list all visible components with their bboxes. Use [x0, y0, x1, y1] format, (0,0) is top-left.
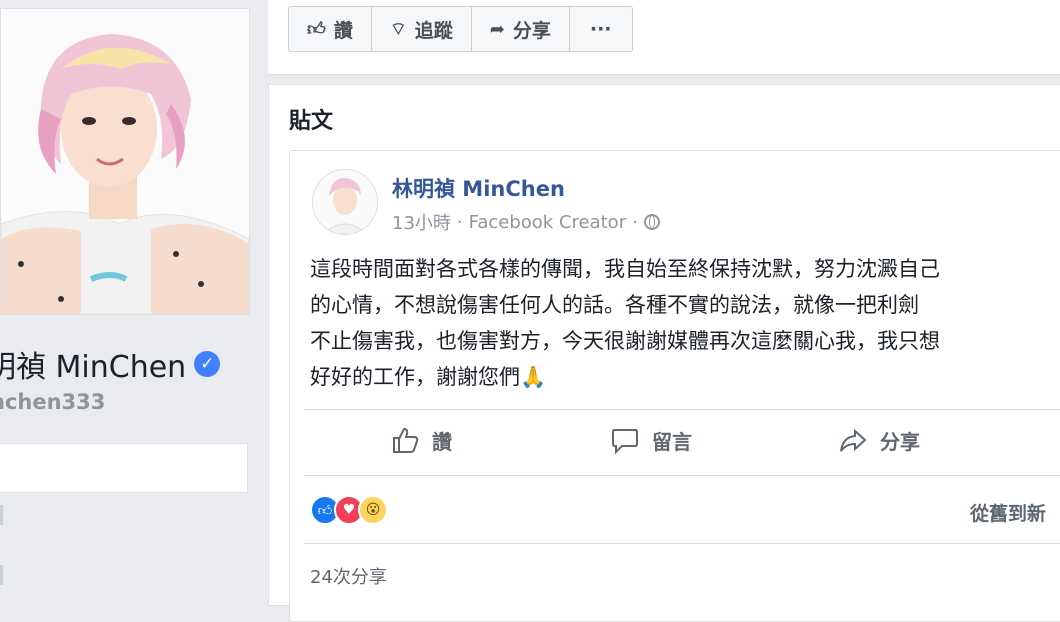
share-arrow-outline-icon [840, 428, 867, 452]
share-page-button[interactable]: ➦ 分享 [472, 7, 570, 51]
meta-separator: · [632, 211, 638, 233]
post-author-avatar[interactable] [312, 169, 378, 235]
post-comment-label: 留言 [652, 429, 692, 454]
comment-bubble-icon [612, 429, 638, 455]
more-options-label: ··· [589, 18, 612, 40]
page-handle: nchen333 [0, 390, 106, 414]
wow-reaction-icon: 😮︎ [358, 495, 388, 525]
meta-separator: · [456, 211, 463, 233]
post-like-button[interactable]: 讚 [390, 425, 452, 455]
post-like-label: 讚 [432, 429, 452, 454]
post-category: Facebook Creator [468, 211, 627, 233]
left-column: 明禎 MinChen ✓ nchen333 [0, 0, 265, 596]
post-body-line: 的心情，不想說傷害任何人的話。各種不實的說法，就像一把利劍 [310, 293, 919, 317]
post-body: 這段時間面對各式各樣的傳聞，我自始至終保持沈默，努力沈澱自己 的心情，不想說傷害… [310, 251, 1060, 395]
comment-sort-button[interactable]: 從舊到新 [970, 499, 1046, 526]
page-action-bar: 👍︎ 讚 ⌔ 追蹤 ➦ 分享 ··· [288, 6, 633, 52]
thumbs-up-icon: 👍︎ [307, 19, 326, 40]
follow-label: 追蹤 [414, 19, 453, 42]
post-body-line: 好好的工作，謝謝您們🙏 [310, 365, 547, 389]
verified-badge-icon: ✓ [194, 351, 221, 377]
left-divider [0, 565, 3, 585]
left-divider [0, 505, 3, 525]
page-action-card: 👍︎ 讚 ⌔ 追蹤 ➦ 分享 ··· [268, 0, 1060, 75]
divider [304, 543, 1060, 544]
post-actions: 讚 留言 分享 [290, 411, 1060, 475]
globe-icon[interactable] [643, 214, 660, 230]
like-page-button[interactable]: 👍︎ 讚 [289, 7, 372, 51]
post-body-line: 不止傷害我，也傷害對方，今天很謝謝媒體再次這麼關心我，我只想 [310, 329, 940, 353]
posts-section: 貼文 林明禎 MinChen 13小時 · Facebook Creator ·… [268, 84, 1060, 622]
divider [304, 475, 1060, 476]
more-options-button[interactable]: ··· [570, 7, 632, 51]
post-author-link[interactable]: 林明禎 MinChen [392, 173, 565, 203]
reaction-summary[interactable]: 👍︎ ♥ 😮︎ [310, 495, 388, 525]
share-count-link[interactable]: 24次分享 [310, 563, 387, 589]
post-share-label: 分享 [880, 429, 920, 454]
post-meta: 13小時 · Facebook Creator · [392, 209, 660, 235]
like-page-label: 讚 [333, 19, 353, 42]
post-body-line: 這段時間面對各式各樣的傳聞，我自始至終保持沈默，努力沈澱自己 [310, 257, 940, 281]
posts-section-title: 貼文 [289, 109, 334, 134]
page-name-text: 明禎 MinChen [0, 350, 187, 385]
thumbs-up-outline-icon [393, 427, 419, 453]
post-card: 林明禎 MinChen 13小時 · Facebook Creator · 這段… [289, 150, 1060, 622]
rss-icon: ⌔ [389, 18, 407, 40]
divider [304, 409, 1060, 410]
post-timestamp[interactable]: 13小時 [392, 209, 451, 235]
post-share-button[interactable]: 分享 [838, 425, 920, 455]
share-arrow-icon: ➦ [489, 18, 505, 40]
share-page-label: 分享 [512, 19, 551, 42]
follow-button[interactable]: ⌔ 追蹤 [372, 7, 472, 51]
page-name[interactable]: 明禎 MinChen ✓ [0, 342, 221, 386]
profile-photo[interactable] [0, 8, 250, 315]
left-panel-box [0, 443, 248, 493]
post-comment-button[interactable]: 留言 [610, 425, 692, 455]
